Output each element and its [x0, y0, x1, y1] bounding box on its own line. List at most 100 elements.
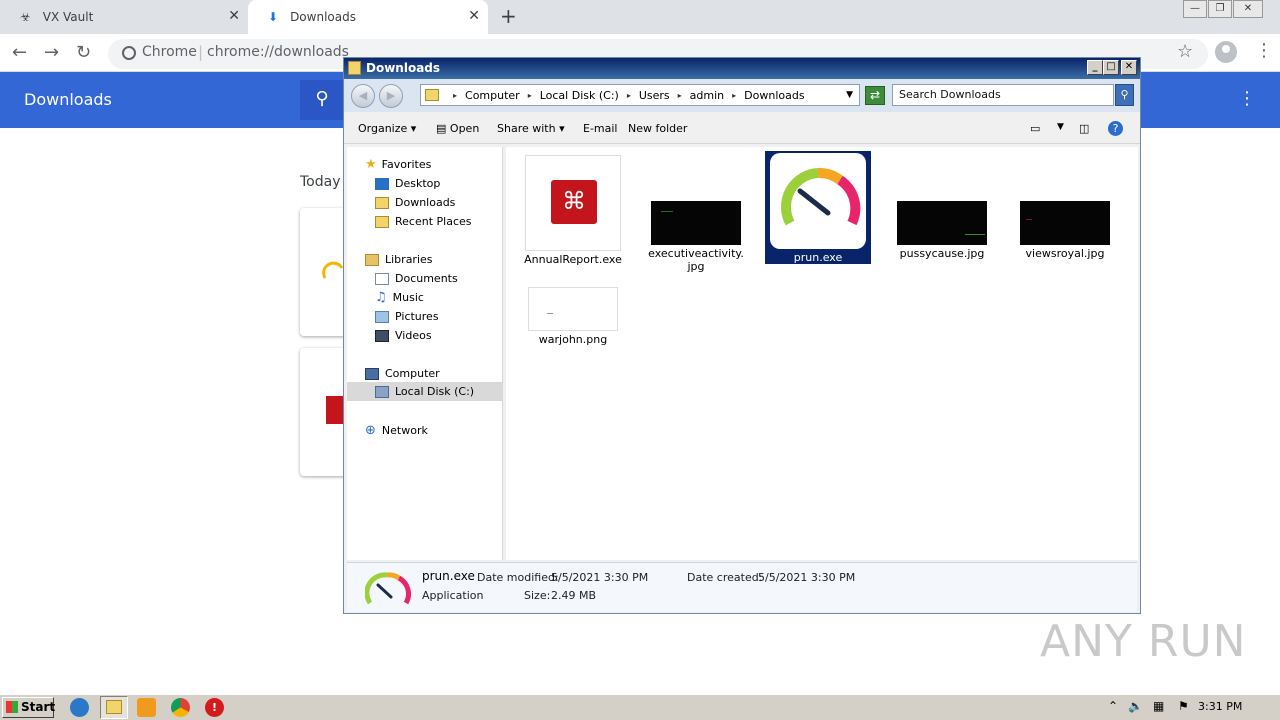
explorer-titlebar[interactable]: Downloads _ □ ✕	[344, 58, 1140, 79]
tab-title: VX Vault	[42, 10, 94, 24]
volume-icon[interactable]: 🔈	[1128, 699, 1143, 713]
pictures-icon	[375, 310, 389, 323]
organize-button[interactable]: Organize ▾	[358, 122, 416, 135]
search-input[interactable]: Search Downloads	[892, 84, 1114, 106]
nav-documents[interactable]: Documents	[375, 269, 458, 288]
nav-videos[interactable]: Videos	[375, 326, 432, 345]
biohazard-icon: ☣	[20, 10, 31, 24]
image-thumbnail	[528, 287, 618, 331]
network-tray-icon[interactable]: ▦	[1153, 699, 1164, 713]
nav-recent-places[interactable]: Recent Places	[375, 212, 472, 231]
view-icon[interactable]: ▭	[1030, 122, 1040, 135]
chevron-right-icon: ▸	[527, 90, 532, 100]
address-bar[interactable]: ▸ Computer ▸ Local Disk (C:) ▸ Users ▸ a…	[420, 84, 860, 106]
chevron-down-icon[interactable]: ▼	[846, 90, 853, 100]
nav-music[interactable]: ♫ Music	[375, 288, 424, 307]
nav-pictures[interactable]: Pictures	[375, 307, 439, 326]
tray-expand-icon[interactable]: ⌃	[1108, 699, 1118, 713]
explorer-navbar: ◀ ▶ ▸ Computer ▸ Local Disk (C:) ▸ Users…	[344, 79, 1140, 112]
file-item-pussycause[interactable]: pussycause.jpg	[891, 153, 993, 262]
reload-icon[interactable]: ↻	[76, 42, 91, 63]
tab-title: Downloads	[290, 10, 356, 24]
nav-local-disk[interactable]: Local Disk (C:)	[347, 382, 503, 401]
nav-desktop[interactable]: Desktop	[375, 174, 440, 193]
file-item-annualreport[interactable]: ⌘ AnnualReport.exe	[522, 153, 624, 268]
close-window-button[interactable]: ✕	[1233, 0, 1263, 18]
details-created-label: Date created:	[687, 571, 763, 584]
close-button[interactable]: ✕	[1121, 60, 1137, 75]
open-button[interactable]: ▤ Open	[436, 122, 479, 135]
minimize-button[interactable]: —	[1183, 0, 1207, 18]
folder-icon	[425, 89, 439, 101]
breadcrumb-computer[interactable]: Computer	[465, 89, 520, 102]
pdf-icon	[326, 396, 344, 424]
breadcrumb-admin[interactable]: admin	[690, 89, 724, 102]
libraries-icon	[365, 253, 379, 266]
tab-downloads[interactable]: ⬇ Downloads ✕	[248, 0, 488, 34]
network-icon: ⊕	[365, 423, 376, 438]
preview-pane-icon[interactable]: ◫	[1079, 122, 1089, 135]
profile-avatar-icon[interactable]	[1215, 41, 1237, 63]
file-item-warjohn[interactable]: warjohn.png	[522, 283, 624, 348]
explorer-taskbar-button[interactable]	[100, 696, 128, 719]
desktop-icon	[375, 177, 389, 190]
view-dropdown-icon[interactable]: ▼	[1057, 122, 1064, 132]
more-options-icon[interactable]: ⋮	[1238, 88, 1256, 109]
nav-network[interactable]: ⊕ Network	[365, 421, 428, 440]
breadcrumb-local-disk[interactable]: Local Disk (C:)	[540, 89, 619, 102]
tab-vx-vault[interactable]: ☣ VX Vault ✕	[0, 0, 248, 34]
help-icon[interactable]: ?	[1108, 121, 1123, 136]
action-center-flag-icon[interactable]: ⚑	[1178, 699, 1189, 713]
videos-icon	[375, 329, 389, 342]
close-tab-icon[interactable]: ✕	[228, 8, 240, 24]
share-with-button[interactable]: Share with ▾	[497, 122, 565, 135]
start-button[interactable]: Start	[2, 697, 55, 718]
forward-icon[interactable]: →	[44, 42, 59, 63]
chrome-icon[interactable]	[171, 698, 190, 717]
restore-button[interactable]: ❐	[1208, 0, 1232, 18]
clock[interactable]: 3:31 PM	[1198, 700, 1242, 713]
internet-explorer-icon[interactable]	[70, 698, 89, 717]
minimize-button[interactable]: _	[1087, 60, 1103, 75]
details-size-value: 2.49 MB	[551, 589, 597, 602]
file-thumbnail	[770, 153, 866, 249]
details-modified-label: Date modified:	[477, 571, 559, 584]
file-item-executiveactivity[interactable]: executiveactivity.jpg	[645, 153, 747, 275]
file-item-viewsroyal[interactable]: viewsroyal.jpg	[1014, 153, 1116, 262]
nav-libraries[interactable]: Libraries	[365, 250, 433, 269]
omnibox-url[interactable]: chrome://downloads	[207, 44, 349, 60]
nav-downloads[interactable]: Downloads	[375, 193, 455, 212]
back-button[interactable]: ◀	[351, 84, 375, 108]
new-tab-button[interactable]: +	[500, 4, 517, 28]
folder-icon	[348, 61, 361, 75]
chevron-right-icon: ▸	[677, 90, 682, 100]
tab-strip: ☣ VX Vault ✕ ⬇ Downloads ✕ + — ❐ ✕	[0, 0, 1280, 34]
search-icon[interactable]: ⚲	[1115, 84, 1134, 106]
email-button[interactable]: E-mail	[583, 122, 618, 135]
breadcrumb-downloads[interactable]: Downloads	[744, 89, 804, 102]
antivirus-icon[interactable]: !	[205, 698, 224, 717]
forward-button[interactable]: ▶	[379, 84, 403, 108]
refresh-icon[interactable]: ⇄	[865, 86, 885, 105]
file-name: prun.exe	[793, 251, 843, 264]
breadcrumb-users[interactable]: Users	[639, 89, 670, 102]
search-icon[interactable]: ⚲	[300, 80, 344, 120]
new-folder-button[interactable]: New folder	[628, 122, 687, 135]
file-name: executiveactivity.jpg	[648, 247, 744, 273]
chrome-menu-icon[interactable]: ⋮	[1255, 40, 1273, 61]
nav-favorites[interactable]: ★ Favorites	[365, 155, 431, 174]
bookmark-star-icon[interactable]: ☆	[1177, 41, 1193, 62]
computer-icon	[365, 367, 379, 380]
downloads-folder-icon	[375, 196, 389, 209]
drive-icon	[375, 385, 389, 398]
omnibox-separator: |	[198, 43, 204, 61]
maximize-button[interactable]: □	[1103, 60, 1119, 75]
details-created-value: 5/5/2021 3:30 PM	[758, 571, 856, 584]
date-section-label: Today	[300, 174, 341, 190]
media-player-icon[interactable]	[137, 698, 156, 717]
file-item-prun-selected[interactable]: prun.exe	[765, 151, 871, 264]
file-name: pussycause.jpg	[899, 247, 985, 260]
close-tab-icon[interactable]: ✕	[468, 8, 480, 24]
back-icon[interactable]: ←	[12, 42, 27, 63]
nav-computer[interactable]: Computer	[365, 364, 440, 383]
